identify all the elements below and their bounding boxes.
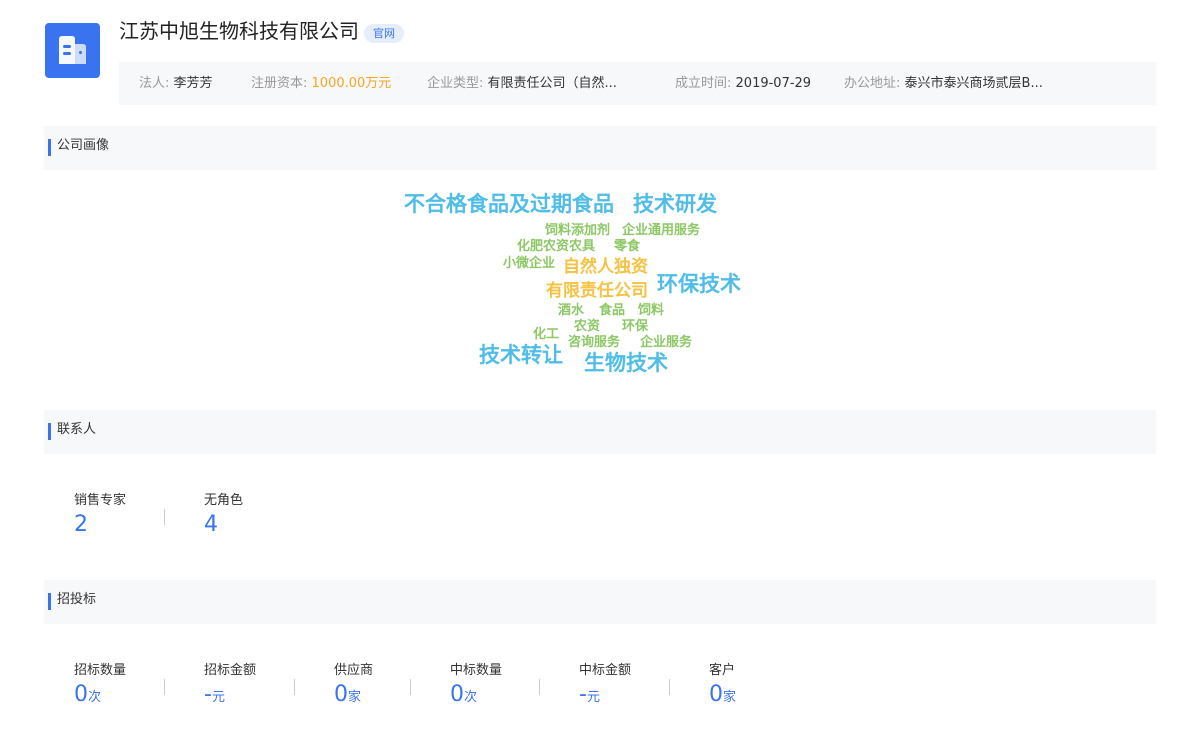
info-value: 1000.00万元 [311,76,392,91]
stat-unit: 家 [723,690,737,705]
stat-value: 0家 [334,682,373,711]
cloud-word: 有限责任公司 [546,281,648,301]
stat-number: - [579,682,587,707]
cloud-word: 酒水 [558,303,585,318]
cloud-word: 生物技术 [584,351,668,375]
stat-number: 0 [334,682,348,707]
stat-label: 中标金额 [579,663,632,678]
stat-number: 0 [450,682,464,707]
cloud-word: 环保 [622,319,649,334]
stat-label: 无角色 [204,493,244,508]
stat-label: 招标数量 [74,663,127,678]
info-office-address: 办公地址: 泰兴市泰兴商场贰层B... [844,62,1043,105]
section-title: 招投标 [57,592,97,607]
stat-divider [164,679,165,695]
section-accent-bar [48,593,51,610]
stat-value: 0次 [450,682,502,711]
info-founded-date: 成立时间: 2019-07-29 [675,62,811,105]
stat-label: 中标数量 [450,663,503,678]
stat-divider [410,679,411,695]
cloud-word: 化肥农资农具 [517,239,596,254]
official-site-link[interactable]: 官网 [364,24,404,43]
stat-label: 招标金额 [204,663,257,678]
info-value: 有限责任公司（自然... [487,76,617,91]
bid-stat-win-count[interactable]: 中标数量 0次 [450,662,502,711]
stat-value: -元 [204,682,256,711]
bid-stat-customers[interactable]: 客户 0家 [709,662,736,711]
info-company-type: 企业类型: 有限责任公司（自然... [427,62,617,105]
cloud-word: 化工 [533,327,560,342]
stat-value: 2 [74,512,88,537]
stat-divider [669,679,670,695]
section-title: 公司画像 [57,138,110,153]
info-key: 成立时间: [675,76,732,91]
stat-value: -元 [579,682,631,711]
cloud-word: 环保技术 [657,272,741,296]
stat-number: 0 [709,682,723,707]
contact-stat-no-role[interactable]: 无角色 4 [204,492,243,538]
stat-value: 0次 [74,682,126,711]
company-info-bar: 法人: 李芳芳 注册资本: 1000.00万元 企业类型: 有限责任公司（自然.… [119,62,1156,105]
bid-stat-tender-count[interactable]: 招标数量 0次 [74,662,126,711]
cloud-word: 自然人独资 [563,257,648,277]
stat-unit: 次 [88,690,102,705]
cloud-word: 不合格食品及过期食品 [404,192,614,216]
bid-stat-tender-amount[interactable]: 招标金额 -元 [204,662,256,711]
info-value: 泰兴市泰兴商场贰层B... [904,76,1043,91]
section-company-profile: 公司画像 [44,126,1156,170]
info-registered-capital: 注册资本: 1000.00万元 [251,62,391,105]
cloud-word: 企业通用服务 [622,223,701,238]
section-bidding: 招投标 [44,580,1156,624]
stat-label: 供应商 [334,663,374,678]
section-accent-bar [48,139,51,156]
info-key: 法人: [139,76,170,91]
info-legal-person: 法人: 李芳芳 [139,62,213,105]
info-key: 注册资本: [251,76,308,91]
building-icon [59,36,86,64]
section-accent-bar [48,423,51,440]
cloud-word: 技术转让 [479,343,563,367]
stat-label: 客户 [709,663,736,678]
stat-number: 0 [74,682,88,707]
section-contacts: 联系人 [44,410,1156,454]
company-name: 江苏中旭生物科技有限公司 [119,19,359,43]
contact-stat-sales-expert[interactable]: 销售专家 2 [74,492,126,538]
section-title: 联系人 [57,422,97,437]
bid-stat-win-amount[interactable]: 中标金额 -元 [579,662,631,711]
info-value: 2019-07-29 [735,76,812,91]
info-value[interactable]: 李芳芳 [174,76,213,91]
cloud-word: 技术研发 [633,192,717,216]
cloud-word: 零食 [614,239,641,254]
bid-stat-suppliers[interactable]: 供应商 0家 [334,662,373,711]
cloud-word: 企业服务 [640,335,693,350]
stat-unit: 元 [211,690,225,705]
stat-divider [539,679,540,695]
stat-number: - [204,682,212,707]
cloud-word: 咨询服务 [568,335,621,350]
stat-label: 销售专家 [74,493,127,508]
stat-value: 4 [204,512,218,537]
info-key: 企业类型: [427,76,484,91]
cloud-word: 食品 [599,303,626,318]
stat-value: 0家 [709,682,736,711]
word-cloud: 不合格食品及过期食品 技术研发 饲料添加剂 企业通用服务 化肥农资农具 零食 小… [0,0,1200,752]
cloud-word: 农资 [574,319,601,334]
stat-unit: 次 [464,690,478,705]
stat-unit: 家 [348,690,362,705]
cloud-word: 小微企业 [503,256,556,271]
cloud-word: 饲料添加剂 [545,223,611,238]
stat-divider [294,679,295,695]
company-logo [45,23,100,78]
stat-divider [164,509,165,525]
cloud-word: 饲料 [638,303,665,318]
info-key: 办公地址: [844,76,901,91]
stat-unit: 元 [586,690,600,705]
